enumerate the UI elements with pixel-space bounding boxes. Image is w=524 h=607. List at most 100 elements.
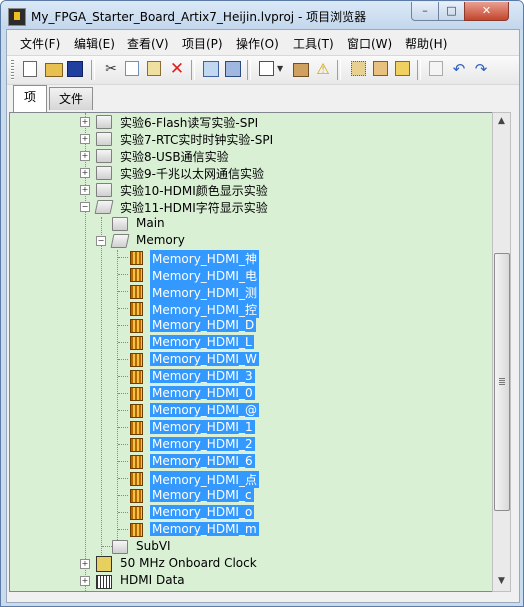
tree-guide-line: [118, 342, 128, 343]
memory-block-icon: [130, 404, 143, 418]
tab-files[interactable]: 文件: [49, 87, 93, 110]
delete-icon[interactable]: ✕: [169, 61, 185, 78]
open-icon[interactable]: [45, 63, 63, 77]
tree-item-memory-file[interactable]: Memory_HDMI_L: [10, 334, 492, 351]
project-properties-icon[interactable]: [203, 61, 219, 77]
menu-view[interactable]: 查看(V): [127, 35, 169, 52]
redo-icon[interactable]: ↷: [473, 61, 489, 77]
tree-item-memory-file[interactable]: Memory_HDMI_神: [10, 249, 492, 267]
collapse-icon[interactable]: −: [80, 202, 90, 212]
expand-icon[interactable]: +: [80, 185, 90, 195]
folder-icon: [112, 540, 128, 554]
tree-item-main[interactable]: Main: [10, 215, 492, 232]
tree-item-experiment-11[interactable]: − 实验11-HDMI字符显示实验: [10, 198, 492, 215]
title-bar[interactable]: My_FPGA_Starter_Board_Artix7_Heijin.lvpr…: [1, 1, 523, 29]
collapse-icon[interactable]: [373, 61, 388, 76]
tree-item-memory-file[interactable]: Memory_HDMI_0: [10, 385, 492, 402]
memory-block-icon: [130, 319, 143, 333]
scroll-down-arrow[interactable]: ▼: [493, 573, 510, 590]
tree-item-memory-file[interactable]: Memory_HDMI_@: [10, 402, 492, 419]
build-icon[interactable]: [225, 61, 241, 77]
tree-item-onboard-clock[interactable]: + 50 MHz Onboard Clock: [10, 555, 492, 572]
main-frame: 文件(F) 编辑(E) 查看(V) 项目(P) 操作(O) 工具(T) 窗口(W…: [6, 29, 520, 603]
tree-item-label: Memory_HDMI_神: [150, 250, 259, 267]
tree-item-label: Memory_HDMI_c: [150, 488, 254, 502]
tree-item-hdmi-data[interactable]: + HDMI Data: [10, 572, 492, 589]
tree-item-label: Memory: [136, 233, 185, 247]
tree-item-experiment-7[interactable]: + 实验7-RTC实时时钟实验-SPI: [10, 130, 492, 147]
undo-icon[interactable]: ↶: [451, 61, 467, 77]
tree-item-experiment-9[interactable]: + 实验9-千兆以太网通信实验: [10, 164, 492, 181]
tree-item-subvi[interactable]: SubVI: [10, 538, 492, 555]
toolbar-grip[interactable]: [11, 60, 14, 80]
menu-edit[interactable]: 编辑(E): [74, 35, 115, 52]
project-tree[interactable]: + 实验6-Flash读写实验-SPI + 实验7-RTC实时时钟实验-SPI …: [9, 112, 493, 592]
folder-icon: [96, 132, 112, 146]
tree-item-memory-file[interactable]: Memory_HDMI_2: [10, 436, 492, 453]
new-icon[interactable]: [23, 61, 37, 77]
folder-icon: [112, 217, 128, 231]
tree-item-label: Memory_HDMI_@: [150, 403, 259, 417]
tree-item-memory-file[interactable]: Memory_HDMI_c: [10, 487, 492, 504]
tree-item-memory-file[interactable]: Memory_HDMI_1: [10, 419, 492, 436]
tree-item-label: Memory_HDMI_m: [150, 522, 259, 536]
memory-block-icon: [130, 285, 143, 299]
scroll-thumb[interactable]: [494, 253, 510, 511]
memory-block-icon: [130, 370, 143, 384]
collapse-icon[interactable]: −: [96, 236, 106, 246]
expand-icon[interactable]: +: [80, 576, 90, 586]
scroll-up-arrow[interactable]: ▲: [493, 113, 510, 130]
close-button[interactable]: ✕: [464, 2, 509, 21]
tree-item-label: Memory_HDMI_1: [150, 420, 255, 434]
dependency-icon[interactable]: [293, 63, 309, 77]
save-all-icon[interactable]: [67, 61, 83, 77]
view-dropdown-icon[interactable]: [259, 61, 274, 76]
menu-window[interactable]: 窗口(W): [347, 35, 392, 52]
tree-item-memory-file[interactable]: Memory_HDMI_电: [10, 266, 492, 284]
tree-item-memory-file[interactable]: Memory_HDMI_W: [10, 351, 492, 368]
expand-icon[interactable]: +: [80, 117, 90, 127]
menu-file[interactable]: 文件(F): [20, 35, 60, 52]
tree-item-label: 实验6-Flash读写实验-SPI: [120, 116, 259, 130]
tree-item-experiment-10[interactable]: + 实验10-HDMI颜色显示实验: [10, 181, 492, 198]
vertical-scrollbar[interactable]: ▲ ▼: [492, 112, 511, 592]
chevron-down-icon[interactable]: ▼: [277, 61, 285, 77]
expand-icon[interactable]: +: [80, 168, 90, 178]
copy-icon[interactable]: [125, 61, 139, 76]
tree-item-memory-file[interactable]: Memory_HDMI_6: [10, 453, 492, 470]
folder-icon: [96, 115, 112, 129]
tree-item-memory-file[interactable]: Memory_HDMI_测: [10, 283, 492, 301]
tree-item-memory-file[interactable]: Memory_HDMI_点: [10, 470, 492, 488]
maximize-button[interactable]: □: [438, 2, 465, 21]
tree-item-label: Memory_HDMI_6: [150, 454, 255, 468]
menu-operate[interactable]: 操作(O): [236, 35, 279, 52]
expand-icon[interactable]: +: [80, 151, 90, 161]
paste-icon[interactable]: [147, 61, 161, 76]
warning-icon[interactable]: ⚠: [315, 61, 331, 77]
tree-item-experiment-6[interactable]: + 实验6-Flash读写实验-SPI: [10, 113, 492, 130]
cut-icon[interactable]: ✂: [103, 61, 119, 77]
labview-project-icon: [8, 8, 26, 26]
folder-icon: [96, 183, 112, 197]
tree-item-memory-file[interactable]: Memory_HDMI_3: [10, 368, 492, 385]
tree-item-memory-file[interactable]: Memory_HDMI_m: [10, 521, 492, 538]
tree-item-memory-file[interactable]: Memory_HDMI_D: [10, 317, 492, 334]
expand-icon[interactable]: [351, 61, 366, 76]
minimize-button[interactable]: –: [411, 2, 439, 21]
memory-block-icon: [130, 489, 143, 503]
tree-item-experiment-8[interactable]: + 实验8-USB通信实验: [10, 147, 492, 164]
tree-guide-line: [118, 393, 128, 394]
menu-help[interactable]: 帮助(H): [405, 35, 447, 52]
tree-item-memory-file[interactable]: Memory_HDMI_控: [10, 300, 492, 318]
expand-icon[interactable]: +: [80, 559, 90, 569]
tree-item-memory-file[interactable]: Memory_HDMI_o: [10, 504, 492, 521]
arrow-icon[interactable]: [429, 61, 443, 76]
menu-project[interactable]: 项目(P): [182, 35, 223, 52]
tree-item-label: Memory_HDMI_o: [150, 505, 255, 519]
menu-tools[interactable]: 工具(T): [293, 35, 334, 52]
tree-item-memory[interactable]: − Memory: [10, 232, 492, 249]
tab-items[interactable]: 项: [13, 85, 47, 112]
refresh-icon[interactable]: [395, 61, 410, 76]
tree-guide-line: [118, 529, 128, 530]
expand-icon[interactable]: +: [80, 134, 90, 144]
